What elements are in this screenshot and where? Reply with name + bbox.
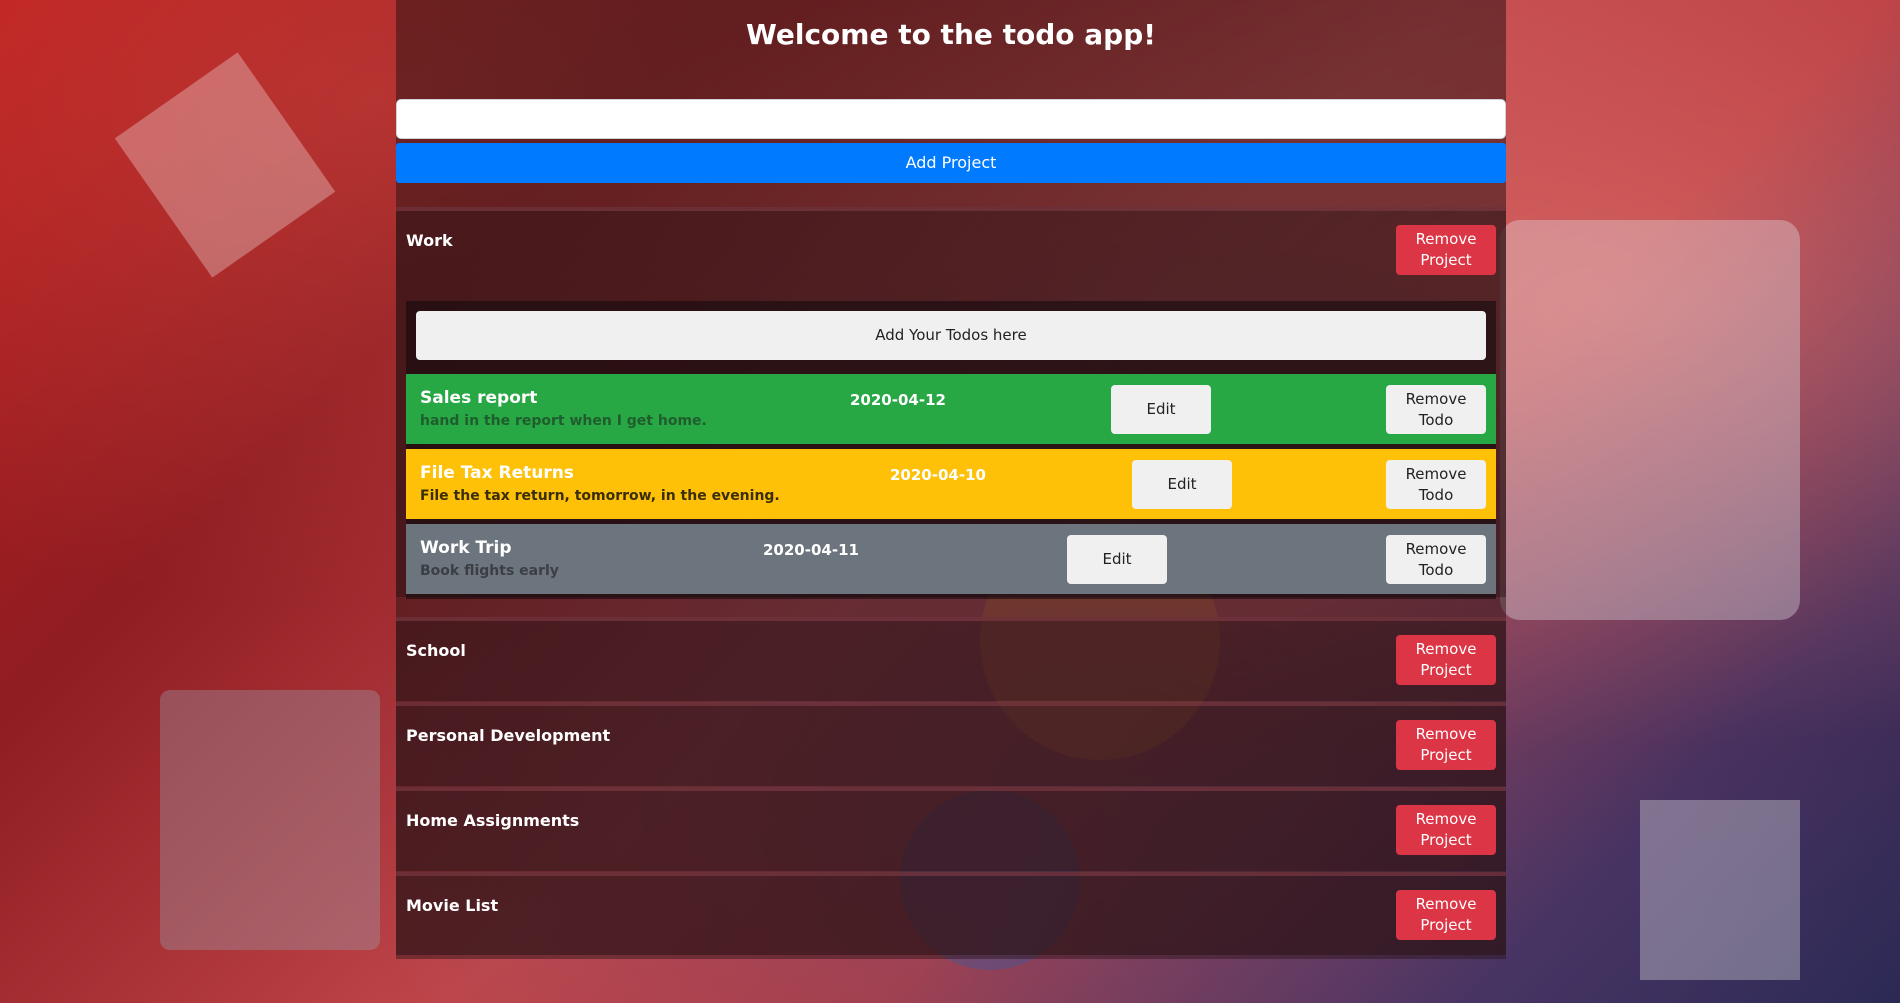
todo-item: Work Trip Book flights early 2020-04-11 … <box>406 524 1496 594</box>
page-title: Welcome to the todo app! <box>745 18 1157 51</box>
remove-todo-button[interactable]: Remove Todo <box>1386 535 1486 584</box>
add-todos-button[interactable]: Add Your Todos here <box>416 311 1486 360</box>
project-name: Home Assignments <box>406 811 580 830</box>
project-card-personal-development: Personal Development Remove Project <box>396 702 1506 786</box>
project-name: Personal Development <box>406 726 611 745</box>
project-name: School <box>406 641 466 660</box>
project-name-input[interactable] <box>396 99 1506 139</box>
add-project-button[interactable]: Add Project <box>396 143 1506 183</box>
todo-description: File the tax return, tomorrow, in the ev… <box>420 488 780 504</box>
todo-title: Sales report <box>420 388 538 408</box>
remove-project-button[interactable]: Remove Project <box>1396 225 1496 275</box>
project-card-school: School Remove Project <box>396 617 1506 701</box>
project-card-work: Work Remove Project Add Your Todos here … <box>396 207 1506 599</box>
project-card-home-assignments: Home Assignments Remove Project <box>396 787 1506 871</box>
todo-title: Work Trip <box>420 538 512 558</box>
remove-project-button[interactable]: Remove Project <box>1396 890 1496 940</box>
project-card-movie-list: Movie List Remove Project <box>396 872 1506 959</box>
edit-todo-button[interactable]: Edit <box>1132 460 1232 509</box>
todo-date: 2020-04-12 <box>850 391 946 409</box>
remove-project-button[interactable]: Remove Project <box>1396 805 1496 855</box>
edit-todo-button[interactable]: Edit <box>1111 385 1211 434</box>
project-name: Movie List <box>406 896 499 915</box>
todo-app-container: Welcome to the todo app! Add Project Wor… <box>396 0 1506 959</box>
todo-list: Add Your Todos here Sales report hand in… <box>406 301 1496 599</box>
remove-project-button[interactable]: Remove Project <box>1396 635 1496 685</box>
todo-title: File Tax Returns <box>420 463 574 483</box>
todo-date: 2020-04-10 <box>890 466 986 484</box>
todo-description: Book flights early <box>420 563 559 579</box>
todo-item: File Tax Returns File the tax return, to… <box>406 449 1496 519</box>
remove-todo-button[interactable]: Remove Todo <box>1386 385 1486 434</box>
remove-project-button[interactable]: Remove Project <box>1396 720 1496 770</box>
todo-date: 2020-04-11 <box>763 541 859 559</box>
todo-item: Sales report hand in the report when I g… <box>406 374 1496 444</box>
project-name: Work <box>406 231 453 250</box>
todo-description: hand in the report when I get home. <box>420 413 707 429</box>
edit-todo-button[interactable]: Edit <box>1067 535 1167 584</box>
remove-todo-button[interactable]: Remove Todo <box>1386 460 1486 509</box>
